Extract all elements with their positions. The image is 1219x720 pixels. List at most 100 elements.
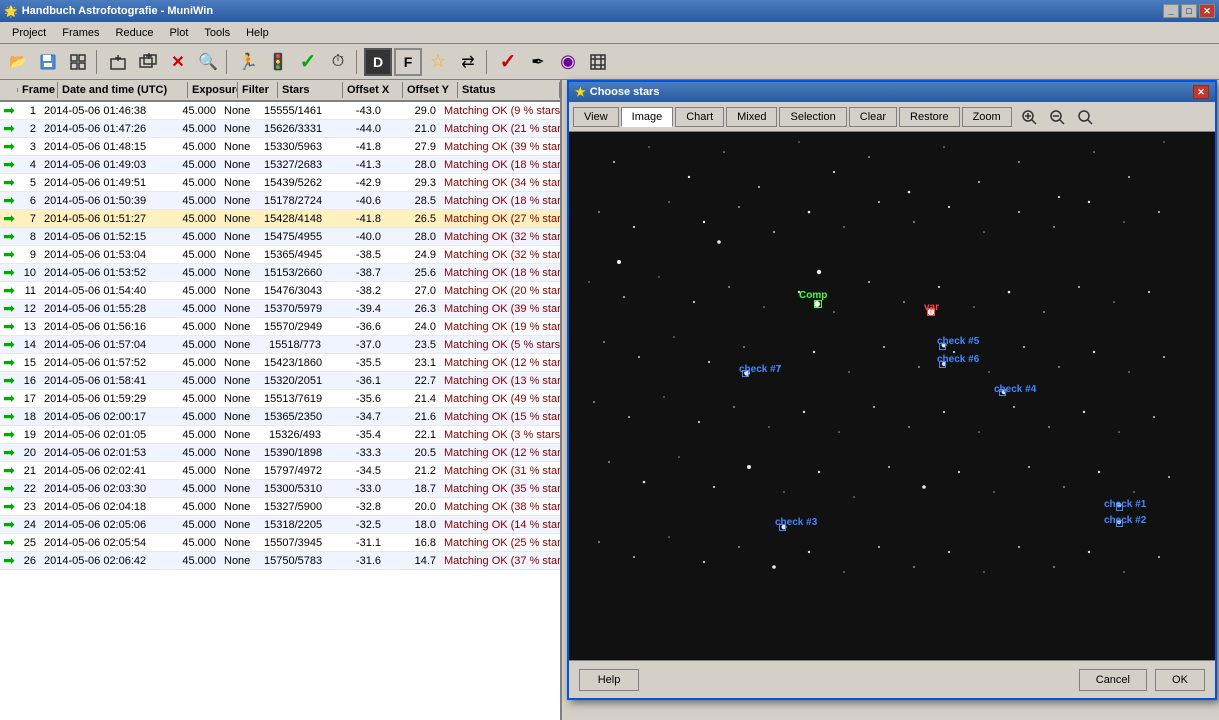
table-row[interactable]: ➡ 14 2014-05-06 01:57:04 45.000 None 155… [0,336,560,354]
row-num: 9 [18,248,40,262]
app-icon: 🌟 [4,5,18,18]
d-letter-btn[interactable]: D [364,48,392,76]
row-status: Matching OK (14 % stars m [440,518,560,532]
f-letter-btn[interactable]: F [394,48,422,76]
purple-circle-btn[interactable]: ◉ [554,48,582,76]
feather-btn[interactable]: ✒ [524,48,552,76]
delete-btn[interactable]: ✕ [164,48,192,76]
row-filter: None [220,302,260,316]
traffic-light-btn[interactable]: 🚦 [264,48,292,76]
table-row[interactable]: ➡ 17 2014-05-06 01:59:29 45.000 None 155… [0,390,560,408]
table-row[interactable]: ➡ 21 2014-05-06 02:02:41 45.000 None 157… [0,462,560,480]
zoom-in-btn[interactable] [1018,106,1040,128]
row-exp: 45.000 [170,464,220,478]
tab-selection[interactable]: Selection [779,107,846,127]
menu-plot[interactable]: Plot [161,25,196,41]
table-row[interactable]: ➡ 12 2014-05-06 01:55:28 45.000 None 153… [0,300,560,318]
cancel-btn[interactable]: Cancel [1079,669,1147,691]
row-exp: 45.000 [170,140,220,154]
grid-btn[interactable] [64,48,92,76]
row-date: 2014-05-06 02:00:17 [40,410,170,424]
save-btn[interactable] [34,48,62,76]
dialog-close-btn[interactable]: ✕ [1193,85,1209,99]
menu-help[interactable]: Help [238,25,277,41]
row-status: Matching OK (32 % stars m [440,248,560,262]
table-row[interactable]: ➡ 9 2014-05-06 01:53:04 45.000 None 1536… [0,246,560,264]
tab-clear[interactable]: Clear [849,107,897,127]
row-stars: 15507/3945 [260,536,325,550]
row-offsetx: -41.8 [325,212,385,226]
red-check-btn[interactable]: ✓ [494,48,522,76]
menu-reduce[interactable]: Reduce [108,25,162,41]
menu-tools[interactable]: Tools [196,25,238,41]
row-date: 2014-05-06 02:01:53 [40,446,170,460]
table-row[interactable]: ➡ 22 2014-05-06 02:03:30 45.000 None 153… [0,480,560,498]
th-frame: Frame # [18,82,58,98]
tab-image[interactable]: Image [621,107,674,127]
table-row[interactable]: ➡ 5 2014-05-06 01:49:51 45.000 None 1543… [0,174,560,192]
table-row[interactable]: ➡ 26 2014-05-06 02:06:42 45.000 None 157… [0,552,560,570]
table-row[interactable]: ➡ 24 2014-05-06 02:05:06 45.000 None 153… [0,516,560,534]
row-exp: 45.000 [170,446,220,460]
table-row[interactable]: ➡ 15 2014-05-06 01:57:52 45.000 None 154… [0,354,560,372]
close-btn[interactable]: ✕ [1199,4,1215,18]
row-filter: None [220,500,260,514]
ok-btn[interactable]: OK [1155,669,1205,691]
zoom-fit-btn[interactable] [1074,106,1096,128]
table-row[interactable]: ➡ 23 2014-05-06 02:04:18 45.000 None 153… [0,498,560,516]
minimize-btn[interactable]: _ [1163,4,1179,18]
table-row[interactable]: ➡ 13 2014-05-06 01:56:16 45.000 None 155… [0,318,560,336]
title-bar: 🌟 Handbuch Astrofotografie - MuniWin _ □… [0,0,1219,22]
arrows-lr-btn[interactable]: ⇄ [454,48,482,76]
dialog-title-icon: ★ [575,85,586,99]
clock-btn[interactable]: ⏱ [324,48,352,76]
row-exp: 45.000 [170,320,220,334]
table-row[interactable]: ➡ 4 2014-05-06 01:49:03 45.000 None 1532… [0,156,560,174]
main-toolbar: 📂 ✕ 🔍 🏃 🚦 ✓ ⏱ D F ☆ ⇄ ✓ ✒ ◉ [0,44,1219,80]
row-status: Matching OK (31 % stars m [440,464,560,478]
row-offsetx: -31.6 [325,554,385,568]
row-offsety: 14.7 [385,554,440,568]
add-multi-btn[interactable] [134,48,162,76]
check-green-btn[interactable]: ✓ [294,48,322,76]
grid-view-btn[interactable] [584,48,612,76]
tab-mixed[interactable]: Mixed [726,107,777,127]
tab-chart[interactable]: Chart [675,107,724,127]
table-row[interactable]: ➡ 20 2014-05-06 02:01:53 45.000 None 153… [0,444,560,462]
table-row[interactable]: ➡ 2 2014-05-06 01:47:26 45.000 None 1562… [0,120,560,138]
open-folder-btn[interactable]: 📂 [4,48,32,76]
table-row[interactable]: ➡ 8 2014-05-06 01:52:15 45.000 None 1547… [0,228,560,246]
table-row[interactable]: ➡ 3 2014-05-06 01:48:15 45.000 None 1533… [0,138,560,156]
table-row[interactable]: ➡ 16 2014-05-06 01:58:41 45.000 None 153… [0,372,560,390]
table-row[interactable]: ➡ 18 2014-05-06 02:00:17 45.000 None 153… [0,408,560,426]
row-arrow: ➡ [0,479,18,498]
search-btn[interactable]: 🔍 [194,48,222,76]
star-empty-btn[interactable]: ☆ [424,48,452,76]
maximize-btn[interactable]: □ [1181,4,1197,18]
table-body[interactable]: ➡ 1 2014-05-06 01:46:38 45.000 None 1555… [0,102,560,720]
table-row[interactable]: ➡ 25 2014-05-06 02:05:54 45.000 None 155… [0,534,560,552]
row-date: 2014-05-06 01:47:26 [40,122,170,136]
tab-restore[interactable]: Restore [899,107,960,127]
table-row[interactable]: ➡ 10 2014-05-06 01:53:52 45.000 None 151… [0,264,560,282]
menu-frames[interactable]: Frames [54,25,107,41]
add-single-btn[interactable] [104,48,132,76]
th-stars: Stars [278,82,343,98]
help-btn[interactable]: Help [579,669,639,691]
row-offsetx: -33.3 [325,446,385,460]
row-date: 2014-05-06 01:53:04 [40,248,170,262]
table-row[interactable]: ➡ 7 2014-05-06 01:51:27 45.000 None 1542… [0,210,560,228]
tab-view[interactable]: View [573,107,619,127]
tab-zoom[interactable]: Zoom [962,107,1012,127]
table-row[interactable]: ➡ 19 2014-05-06 02:01:05 45.000 None 153… [0,426,560,444]
run-btn[interactable]: 🏃 [234,48,262,76]
main-area: Frame # Date and time (UTC) Exposure Fil… [0,80,1219,720]
row-arrow: ➡ [0,461,18,480]
zoom-out-btn[interactable] [1046,106,1068,128]
menu-project[interactable]: Project [4,25,54,41]
row-date: 2014-05-06 01:49:51 [40,176,170,190]
table-row[interactable]: ➡ 6 2014-05-06 01:50:39 45.000 None 1517… [0,192,560,210]
table-row[interactable]: ➡ 11 2014-05-06 01:54:40 45.000 None 154… [0,282,560,300]
table-row[interactable]: ➡ 1 2014-05-06 01:46:38 45.000 None 1555… [0,102,560,120]
row-offsetx: -31.1 [325,536,385,550]
